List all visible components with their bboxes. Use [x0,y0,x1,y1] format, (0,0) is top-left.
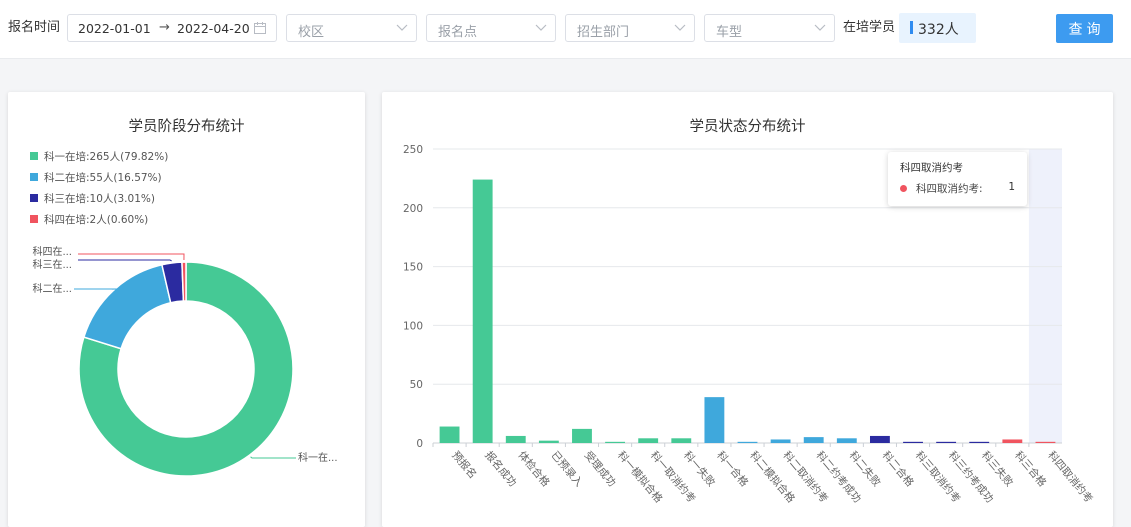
pie-label-line [78,253,185,261]
bar[interactable] [671,438,692,443]
chevron-down-icon [674,24,686,31]
filter-toolbar: 报名时间 2022-01-01 → 2022-04-20 校区 报名点 招生部门… [0,0,1131,59]
bar[interactable] [704,397,725,443]
car-type-select[interactable]: 车型 [704,14,835,42]
bar[interactable] [1002,439,1023,443]
enrolled-count-badge: 332人 [899,13,976,43]
date-range-picker[interactable]: 2022-01-01 → 2022-04-20 [67,14,277,42]
tooltip-series-dot [900,185,907,192]
enrolled-count-value: 332人 [918,22,959,38]
pie-slice-label: 科四在... [32,245,72,258]
bar[interactable] [439,426,460,443]
bar[interactable] [869,435,890,443]
x-tick-label: 报名成功 [482,449,519,490]
bar[interactable] [472,179,493,443]
chevron-down-icon [535,24,547,31]
site-select[interactable]: 报名点 [426,14,556,42]
bar[interactable] [505,435,526,443]
x-tick-label: 科三合格 [1012,449,1049,490]
bar[interactable] [936,441,957,443]
date-separator: → [159,20,170,35]
bar[interactable] [605,441,626,443]
bar[interactable] [903,441,923,443]
campus-select[interactable]: 校区 [286,14,417,42]
chart-tooltip: 科四取消约考 科四取消约考: 1 [888,152,1027,206]
donut-slice[interactable] [181,261,187,302]
bar[interactable] [737,441,758,443]
date-start-value[interactable]: 2022-01-01 [78,21,151,36]
y-tick-label: 0 [416,438,423,450]
campus-placeholder: 校区 [298,25,325,40]
y-tick-label: 250 [403,144,423,156]
count-accent-bar [910,21,913,34]
x-tick-label: 科一合格 [714,449,751,490]
chevron-down-icon [814,24,826,31]
hover-highlight-band [1028,149,1062,443]
date-range-label: 报名时间 [8,20,61,35]
x-tick-label: 预报名 [449,449,479,481]
calendar-icon[interactable] [254,22,266,34]
chevron-down-icon [396,24,408,31]
donut-slice[interactable] [82,263,172,350]
department-placeholder: 招生部门 [577,25,630,40]
bar[interactable] [1035,441,1056,443]
y-tick-label: 200 [403,203,423,215]
bar[interactable] [803,437,824,443]
y-tick-label: 100 [403,320,423,332]
tooltip-series-value: 1 [1008,181,1015,193]
department-select[interactable]: 招生部门 [565,14,695,42]
x-tick-label: 已预录入 [549,449,586,489]
x-tick-label: 体检合格 [515,449,552,490]
donut-chart: 科一在... 科二在... 科三在...科四在... [32,245,338,477]
date-end-value[interactable]: 2022-04-20 [177,21,250,36]
tooltip-title: 科四取消约考 [900,162,963,174]
pie-label-line [250,456,296,459]
y-tick-label: 50 [410,379,423,391]
enrolled-label: 在培学员 [843,20,896,35]
pie-label-line [78,259,172,262]
bar[interactable] [638,438,659,443]
tooltip-series-name: 科四取消约考: [916,183,983,195]
bar[interactable] [836,438,857,443]
x-tick-label: 科二合格 [880,449,917,490]
pie-slice-label: 科一在... [298,451,338,464]
pie-slice-label: 科二在... [32,282,72,295]
site-placeholder: 报名点 [438,25,478,40]
y-tick-label: 150 [403,262,423,274]
bar[interactable] [538,440,559,443]
bar[interactable] [572,428,592,443]
stage-distribution-card: 学员阶段分布统计 科一在培:265人(79.82%) 科二在培:55人(16.57… [8,92,365,527]
pie-slice-label: 科三在... [32,258,72,271]
query-button[interactable]: 查询 [1056,14,1113,43]
car-type-placeholder: 车型 [716,25,743,40]
x-tick-label: 科四取消约考 [1045,449,1095,506]
bar[interactable] [770,439,791,443]
x-tick-label: 受理成功 [582,449,618,489]
bar[interactable] [969,441,990,443]
